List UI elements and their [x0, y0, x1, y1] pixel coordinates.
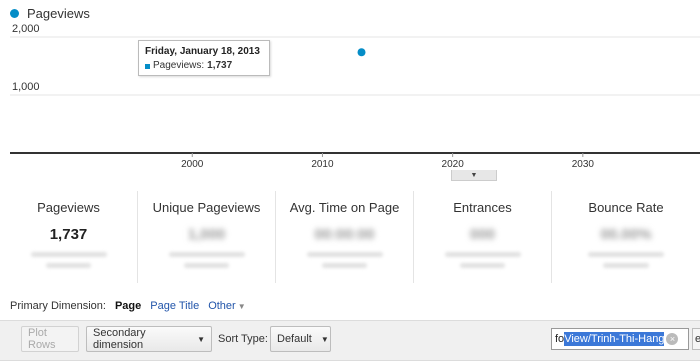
metric-subtext [588, 252, 664, 268]
y-tick-label: 2,000 [12, 23, 40, 35]
chart-legend[interactable]: Pageviews [10, 6, 90, 21]
data-point [357, 48, 366, 57]
secondary-dimension-label: Secondary dimension [93, 327, 146, 351]
dropdown-arrow-icon: ▼ [197, 334, 205, 344]
primary-dimension-label: Primary Dimension: [10, 300, 106, 312]
metric-label: Entrances [453, 200, 512, 215]
y-tick-label: 1,000 [12, 81, 40, 93]
tooltip-title: Friday, January 18, 2013 [145, 46, 260, 57]
metric-tile-pageviews[interactable]: Pageviews 1,737 [0, 191, 138, 283]
dimension-option-other[interactable]: Other ▼ [208, 300, 245, 312]
x-tick-label: 2010 [311, 159, 334, 170]
primary-dimension-bar: Primary Dimension: Page Page Title Other… [10, 300, 246, 312]
series-dot-icon [10, 9, 19, 18]
metric-value: 00:00:00 [314, 226, 375, 243]
collapse-chart-toggle[interactable]: ▼ [451, 170, 497, 181]
metric-subtext [306, 252, 383, 268]
metric-value: 1,737 [49, 226, 88, 243]
x-tick-label: 2000 [181, 159, 204, 170]
dropdown-arrow-icon: ▼ [320, 334, 329, 344]
search-text-prefix: fo [555, 333, 565, 345]
metric-subtext [30, 252, 107, 268]
x-tick-label: 2020 [442, 159, 465, 170]
metric-summary: Pageviews 1,737 Unique Pageviews 1,000 A… [0, 191, 700, 283]
chart-canvas: 2,0001,00020002010202020302 [10, 23, 700, 170]
metric-label: Unique Pageviews [152, 200, 261, 215]
tooltip-row: Pageviews: 1,737 [145, 59, 263, 73]
chevron-down-icon: ▼ [470, 171, 478, 179]
metric-tile-entrances[interactable]: Entrances 000 [414, 191, 552, 283]
metric-subtext [444, 252, 521, 268]
dimension-option-other-label: Other [208, 300, 236, 312]
legend-label: Pageviews [27, 6, 90, 21]
dimension-option-page[interactable]: Page [115, 300, 141, 312]
tooltip-value: 1,737 [207, 60, 233, 71]
advanced-filter-button[interactable]: e [692, 328, 700, 350]
plot-rows-button[interactable]: Plot Rows [21, 326, 79, 352]
search-text-selected: View/Trinh-Thi-Hang [564, 332, 665, 346]
metric-subtext [168, 252, 245, 268]
caret-down-icon: ▼ [237, 302, 246, 311]
sort-type-label: Sort Type: [218, 333, 268, 345]
metric-tile-avg-time-on-page[interactable]: Avg. Time on Page 00:00:00 [276, 191, 414, 283]
metric-tile-bounce-rate[interactable]: Bounce Rate 00.00% [552, 191, 700, 283]
series-square-icon [145, 63, 150, 69]
metric-value: 00.00% [600, 226, 652, 243]
sort-type-value: Default [277, 333, 312, 345]
plot-rows-label: Plot Rows [28, 327, 56, 351]
table-search-input[interactable]: fo View/Trinh-Thi-Hang × [551, 328, 689, 350]
chart-tooltip: Friday, January 18, 2013 Pageviews: 1,73… [138, 40, 270, 76]
sort-type-dropdown[interactable]: Default ▼ [270, 326, 331, 352]
metric-tile-unique-pageviews[interactable]: Unique Pageviews 1,000 [138, 191, 276, 283]
tooltip-series-label: Pageviews: [153, 60, 205, 71]
clear-icon[interactable]: × [666, 333, 679, 345]
metric-value: 1,000 [187, 226, 226, 243]
metric-label: Bounce Rate [588, 200, 664, 215]
secondary-dimension-dropdown[interactable]: Secondary dimension ▼ [86, 326, 212, 352]
metric-value: 000 [469, 226, 496, 243]
pageviews-chart: 2,0001,00020002010202020302 Pageviews Fr… [0, 0, 700, 181]
x-tick-label: 2030 [572, 159, 595, 170]
metric-label: Avg. Time on Page [289, 200, 400, 215]
advanced-filter-label: e [695, 333, 700, 345]
dimension-option-page-title[interactable]: Page Title [150, 300, 199, 312]
table-toolbar: Plot Rows Secondary dimension ▼ Sort Typ… [0, 320, 700, 361]
metric-label: Pageviews [37, 200, 100, 215]
